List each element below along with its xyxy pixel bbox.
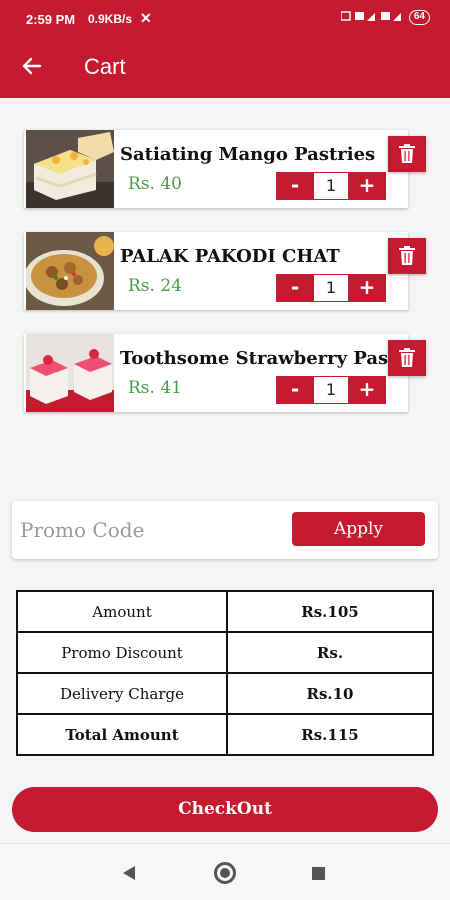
summary-value: Rs.105 bbox=[226, 590, 434, 633]
trash-icon[interactable] bbox=[388, 340, 426, 376]
quantity-value: 1 bbox=[314, 274, 348, 302]
summary-label: Amount bbox=[16, 590, 228, 633]
quantity-value: 1 bbox=[314, 172, 348, 200]
bluetooth-icon: ✕ bbox=[140, 10, 152, 26]
cart-item: PALAK PAKODI CHAT Rs. 24 - 1 + bbox=[24, 232, 408, 310]
table-row: Total Amount Rs.115 bbox=[16, 713, 434, 756]
system-nav-bar bbox=[0, 843, 450, 900]
item-price: Rs. 24 bbox=[128, 276, 182, 296]
quantity-stepper: - 1 + bbox=[276, 376, 386, 404]
cart-item: Satiating Mango Pastries Rs. 40 - 1 + bbox=[24, 130, 408, 208]
table-row: Amount Rs.105 bbox=[16, 590, 434, 633]
increment-button[interactable]: + bbox=[348, 376, 386, 404]
strawberry-pastry-image bbox=[26, 334, 114, 412]
promo-code-input[interactable] bbox=[20, 513, 280, 547]
increment-button[interactable]: + bbox=[348, 274, 386, 302]
increment-button[interactable]: + bbox=[348, 172, 386, 200]
quantity-value: 1 bbox=[314, 376, 348, 404]
nav-recents-icon[interactable] bbox=[312, 867, 325, 880]
top-bar: 2:59 PM 0.9KB/s ✕ 64 Cart bbox=[0, 0, 450, 98]
nav-home-icon[interactable] bbox=[214, 862, 236, 884]
item-name: Satiating Mango Pastries bbox=[120, 144, 376, 165]
checkout-button[interactable]: CheckOut bbox=[12, 787, 438, 832]
status-network-speed: 0.9KB/s bbox=[88, 12, 133, 26]
mango-pastry-image bbox=[26, 130, 114, 208]
table-row: Delivery Charge Rs.10 bbox=[16, 672, 434, 715]
trash-icon[interactable] bbox=[388, 238, 426, 274]
status-icons: 64 bbox=[340, 10, 430, 25]
signal-icon bbox=[340, 10, 401, 25]
status-bar: 2:59 PM 0.9KB/s ✕ 64 bbox=[0, 0, 450, 40]
status-time: 2:59 PM bbox=[26, 12, 76, 27]
order-summary-table: Amount Rs.105 Promo Discount Rs. Deliver… bbox=[16, 590, 434, 756]
decrement-button[interactable]: - bbox=[276, 274, 314, 302]
item-price: Rs. 41 bbox=[128, 378, 182, 398]
decrement-button[interactable]: - bbox=[276, 376, 314, 404]
palak-pakodi-image bbox=[26, 232, 114, 310]
quantity-stepper: - 1 + bbox=[276, 172, 386, 200]
app-bar: Cart bbox=[0, 40, 450, 98]
item-name: Toothsome Strawberry Pastries bbox=[120, 348, 396, 369]
summary-value: Rs.115 bbox=[226, 713, 434, 756]
summary-label: Total Amount bbox=[16, 713, 228, 756]
page-title: Cart bbox=[84, 54, 126, 79]
decrement-button[interactable]: - bbox=[276, 172, 314, 200]
item-name: PALAK PAKODI CHAT bbox=[120, 246, 340, 267]
summary-label: Promo Discount bbox=[16, 631, 228, 674]
quantity-stepper: - 1 + bbox=[276, 274, 386, 302]
nav-back-icon[interactable] bbox=[123, 866, 135, 880]
cart-item: Toothsome Strawberry Pastries Rs. 41 - 1… bbox=[24, 334, 408, 412]
summary-label: Delivery Charge bbox=[16, 672, 228, 715]
apply-button[interactable]: Apply bbox=[292, 512, 425, 546]
arrow-left-icon[interactable] bbox=[20, 54, 44, 78]
battery-icon: 64 bbox=[408, 10, 430, 25]
summary-value: Rs.10 bbox=[226, 672, 434, 715]
table-row: Promo Discount Rs. bbox=[16, 631, 434, 674]
summary-value: Rs. bbox=[226, 631, 434, 674]
trash-icon[interactable] bbox=[388, 136, 426, 172]
promo-card: Apply bbox=[12, 501, 438, 559]
item-price: Rs. 40 bbox=[128, 174, 182, 194]
